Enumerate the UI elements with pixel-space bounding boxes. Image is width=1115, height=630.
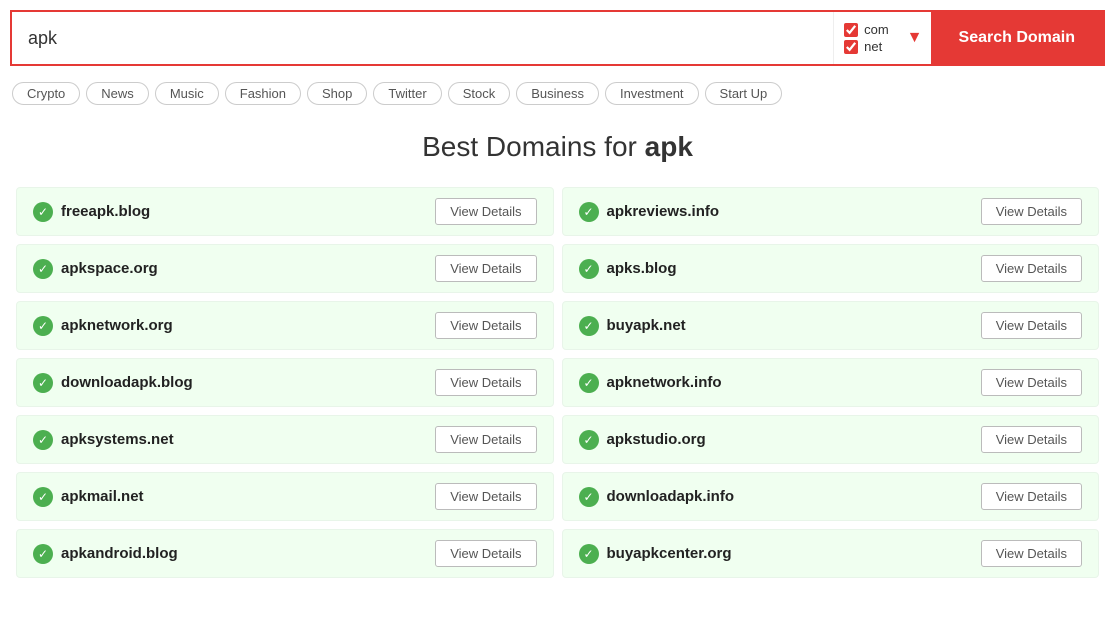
tld-options: com net — [833, 12, 899, 64]
tag-fashion[interactable]: Fashion — [225, 82, 301, 105]
domain-name: freeapk.blog — [61, 203, 150, 220]
view-details-button[interactable]: View Details — [435, 369, 536, 396]
page-title: Best Domains for apk — [0, 131, 1115, 163]
view-details-button[interactable]: View Details — [981, 426, 1082, 453]
domain-name: apknetwork.org — [61, 317, 173, 334]
domain-name: apkspace.org — [61, 260, 158, 277]
view-details-button[interactable]: View Details — [981, 198, 1082, 225]
check-icon: ✓ — [33, 487, 53, 507]
tld-com-label: com — [864, 22, 889, 37]
view-details-button[interactable]: View Details — [435, 426, 536, 453]
domain-left: ✓ apksystems.net — [33, 430, 174, 450]
domain-item: ✓ downloadapk.info View Details — [562, 472, 1100, 521]
tag-news[interactable]: News — [86, 82, 149, 105]
check-icon: ✓ — [33, 202, 53, 222]
domain-name: downloadapk.info — [607, 488, 735, 505]
domain-left: ✓ downloadapk.blog — [33, 373, 193, 393]
domain-name: apksystems.net — [61, 431, 174, 448]
search-bar: com net ▼ Search Domain — [10, 10, 1105, 66]
domain-item: ✓ apkandroid.blog View Details — [16, 529, 554, 578]
view-details-button[interactable]: View Details — [435, 483, 536, 510]
view-details-button[interactable]: View Details — [981, 369, 1082, 396]
domain-name: apkandroid.blog — [61, 545, 178, 562]
tld-net-label: net — [864, 39, 882, 54]
domain-left: ✓ buyapk.net — [579, 316, 686, 336]
check-icon: ✓ — [33, 316, 53, 336]
tag-start-up[interactable]: Start Up — [705, 82, 783, 105]
search-input[interactable] — [12, 12, 833, 64]
check-icon: ✓ — [579, 430, 599, 450]
domain-name: buyapkcenter.org — [607, 545, 732, 562]
tag-investment[interactable]: Investment — [605, 82, 699, 105]
domain-name: apkstudio.org — [607, 431, 706, 448]
domain-name: apkreviews.info — [607, 203, 720, 220]
view-details-button[interactable]: View Details — [981, 540, 1082, 567]
domain-left: ✓ apkstudio.org — [579, 430, 706, 450]
title-prefix: Best Domains for — [422, 131, 645, 162]
results-grid: ✓ freeapk.blog View Details ✓ apkreviews… — [0, 183, 1115, 582]
tld-net-option[interactable]: net — [844, 39, 889, 54]
domain-item: ✓ apkstudio.org View Details — [562, 415, 1100, 464]
domain-item: ✓ apksystems.net View Details — [16, 415, 554, 464]
tags-container: Crypto News Music Fashion Shop Twitter StockBu… — [0, 76, 1115, 115]
domain-left: ✓ downloadapk.info — [579, 487, 735, 507]
domain-item: ✓ buyapkcenter.org View Details — [562, 529, 1100, 578]
domain-item: ✓ apkreviews.info View Details — [562, 187, 1100, 236]
check-icon: ✓ — [33, 430, 53, 450]
title-keyword: apk — [645, 131, 693, 162]
tag-business[interactable]: Business — [516, 82, 599, 105]
check-icon: ✓ — [579, 316, 599, 336]
tag-crypto[interactable]: Crypto — [12, 82, 80, 105]
domain-item: ✓ apknetwork.info View Details — [562, 358, 1100, 407]
view-details-button[interactable]: View Details — [435, 255, 536, 282]
check-icon: ✓ — [33, 373, 53, 393]
tld-com-checkbox[interactable] — [844, 23, 858, 37]
check-icon: ✓ — [579, 202, 599, 222]
tld-net-checkbox[interactable] — [844, 40, 858, 54]
domain-name: apkmail.net — [61, 488, 144, 505]
domain-left: ✓ apkspace.org — [33, 259, 158, 279]
domain-item: ✓ apkspace.org View Details — [16, 244, 554, 293]
tag-music[interactable]: Music — [155, 82, 219, 105]
domain-name: apknetwork.info — [607, 374, 722, 391]
check-icon: ✓ — [33, 259, 53, 279]
view-details-button[interactable]: View Details — [981, 312, 1082, 339]
view-details-button[interactable]: View Details — [981, 255, 1082, 282]
domain-item: ✓ apkmail.net View Details — [16, 472, 554, 521]
domain-left: ✓ apkandroid.blog — [33, 544, 178, 564]
tag-stock[interactable]: Stock — [448, 82, 511, 105]
view-details-button[interactable]: View Details — [435, 312, 536, 339]
check-icon: ✓ — [579, 373, 599, 393]
check-icon: ✓ — [579, 544, 599, 564]
domain-name: apks.blog — [607, 260, 677, 277]
domain-left: ✓ buyapkcenter.org — [579, 544, 732, 564]
domain-item: ✓ apknetwork.org View Details — [16, 301, 554, 350]
tld-com-option[interactable]: com — [844, 22, 889, 37]
tag-shop[interactable]: Shop — [307, 82, 367, 105]
domain-item: ✓ freeapk.blog View Details — [16, 187, 554, 236]
domain-name: buyapk.net — [607, 317, 686, 334]
domain-name: downloadapk.blog — [61, 374, 193, 391]
check-icon: ✓ — [579, 487, 599, 507]
domain-left: ✓ apks.blog — [579, 259, 677, 279]
domain-left: ✓ apkreviews.info — [579, 202, 720, 222]
search-button[interactable]: Search Domain — [931, 12, 1103, 64]
domain-item: ✓ downloadapk.blog View Details — [16, 358, 554, 407]
domain-left: ✓ apkmail.net — [33, 487, 144, 507]
domain-left: ✓ apknetwork.org — [33, 316, 173, 336]
domain-left: ✓ apknetwork.info — [579, 373, 722, 393]
domain-item: ✓ buyapk.net View Details — [562, 301, 1100, 350]
check-icon: ✓ — [579, 259, 599, 279]
tag-twitter[interactable]: Twitter — [373, 82, 441, 105]
tld-dropdown-arrow[interactable]: ▼ — [899, 12, 931, 64]
check-icon: ✓ — [33, 544, 53, 564]
view-details-button[interactable]: View Details — [435, 540, 536, 567]
domain-item: ✓ apks.blog View Details — [562, 244, 1100, 293]
domain-left: ✓ freeapk.blog — [33, 202, 150, 222]
view-details-button[interactable]: View Details — [981, 483, 1082, 510]
view-details-button[interactable]: View Details — [435, 198, 536, 225]
